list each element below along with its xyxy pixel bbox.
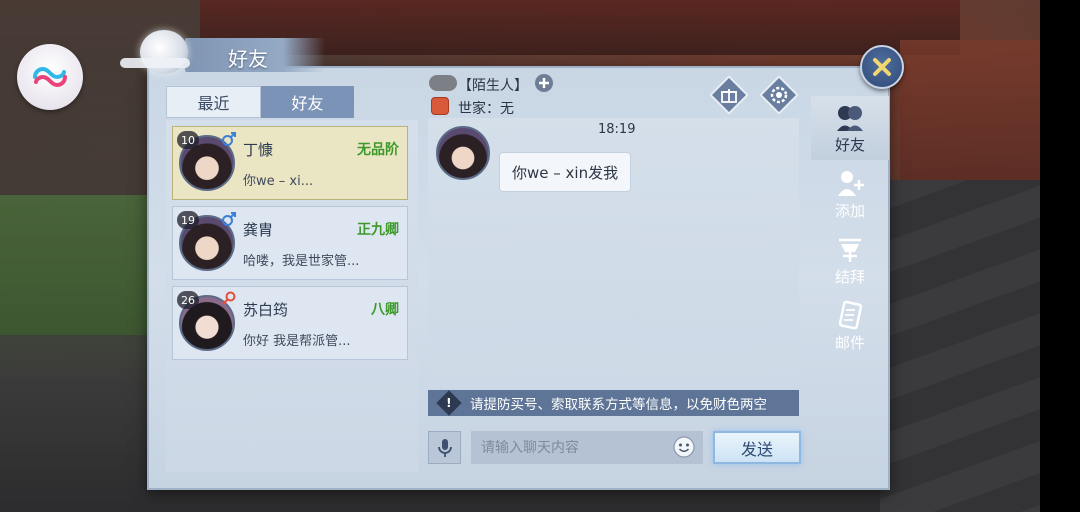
male-icon <box>222 132 236 146</box>
male-icon <box>222 212 236 226</box>
side-nav-mail[interactable]: 邮件 <box>811 294 889 358</box>
gift-icon <box>710 76 748 114</box>
send-button[interactable]: 发送 <box>713 431 801 464</box>
side-nav-label: 添加 <box>834 201 865 220</box>
cloud-icon <box>429 75 457 91</box>
message-timestamp: 18:19 <box>598 122 636 137</box>
friend-name: 龚胄 <box>243 221 274 239</box>
side-nav-sworn[interactable]: 结拜 <box>811 228 889 292</box>
friend-rank: 八卿 <box>371 302 399 318</box>
settings-button[interactable] <box>760 76 798 114</box>
friend-rank: 无品阶 <box>357 142 399 158</box>
add-contact-button[interactable] <box>535 74 553 92</box>
close-button[interactable] <box>860 45 904 89</box>
app-logo-button[interactable] <box>17 44 83 110</box>
background-floor <box>880 180 1040 512</box>
level-badge: 19 <box>177 211 199 229</box>
cloud-ornament-icon <box>120 58 190 68</box>
sworn-brother-icon <box>839 238 861 262</box>
emoji-icon[interactable] <box>673 436 695 458</box>
side-nav-label: 邮件 <box>834 333 865 352</box>
sender-avatar[interactable] <box>436 126 490 180</box>
safety-warning-bar: ! 请提防买号、索取联系方式等信息，以免财色两空 <box>428 390 799 416</box>
chat-input[interactable] <box>471 431 703 464</box>
friend-card[interactable]: 26 苏白筠 八卿 你好 我是帮派管... <box>172 286 408 360</box>
gear-icon <box>760 76 798 114</box>
side-nav-label: 好友 <box>834 135 865 154</box>
microphone-icon <box>437 438 452 457</box>
female-icon <box>222 291 236 305</box>
tab-friends[interactable]: 好友 <box>261 86 354 118</box>
panel-title: 好友 <box>228 47 268 71</box>
add-friend-icon <box>838 170 864 196</box>
chat-clan-info: 世家：无 <box>458 101 514 117</box>
tab-bar: 最近 好友 <box>166 86 354 118</box>
clan-icon <box>431 97 449 115</box>
chat-contact-name: 【陌生人】 <box>458 78 528 94</box>
mail-icon <box>838 300 863 329</box>
friend-last-message: 你好 我是帮派管... <box>243 334 351 349</box>
friend-last-message: 你we – xi... <box>243 174 314 189</box>
close-icon <box>873 58 891 76</box>
background-grass <box>0 195 150 335</box>
gift-button[interactable] <box>710 76 748 114</box>
voice-input-button[interactable] <box>428 431 461 464</box>
background-building <box>900 40 1040 190</box>
plus-icon <box>539 78 549 88</box>
warning-icon: ! <box>436 390 462 416</box>
friend-rank: 正九卿 <box>357 222 399 238</box>
side-nav-add[interactable]: 添加 <box>811 162 889 226</box>
level-badge: 26 <box>177 291 199 309</box>
side-nav: 好友 添加 结拜 邮件 <box>811 96 889 366</box>
side-nav-label: 结拜 <box>834 267 865 286</box>
message-bubble: 你we – xin发我 <box>499 152 632 192</box>
side-nav-friends[interactable]: 好友 <box>811 96 889 160</box>
level-badge: 10 <box>177 131 199 149</box>
infinity-icon <box>33 66 67 88</box>
friend-name: 丁慷 <box>243 141 274 159</box>
friend-name: 苏白筠 <box>243 301 289 319</box>
friend-card[interactable]: 19 龚胄 正九卿 哈喽，我是世家管... <box>172 206 408 280</box>
friend-last-message: 哈喽，我是世家管... <box>243 254 360 269</box>
tab-recent[interactable]: 最近 <box>166 86 261 118</box>
warning-text: 请提防买号、索取联系方式等信息，以免财色两空 <box>470 397 767 413</box>
screen-edge <box>1040 0 1080 512</box>
friends-icon <box>837 105 863 131</box>
friend-card[interactable]: 10 丁慷 无品阶 你we – xi... <box>172 126 408 200</box>
